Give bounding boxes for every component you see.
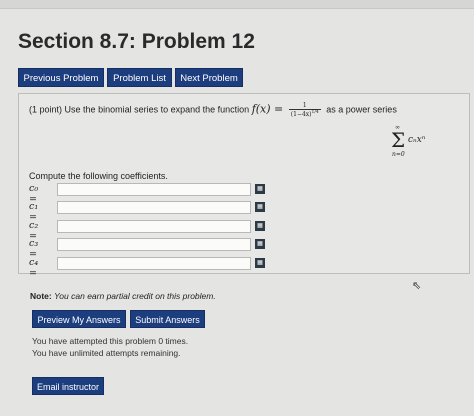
compute-label: Compute the following coefficients. [29, 171, 168, 181]
attempts-count-text: You have attempted this problem 0 times. [32, 336, 189, 346]
denominator-base: (1−4x) [290, 111, 312, 118]
keyboard-icon[interactable]: ▦ [255, 258, 265, 268]
coefficient-input-c4[interactable] [57, 257, 251, 270]
note-text: You can earn partial credit on this prob… [54, 291, 216, 301]
mouse-cursor-icon: ⇖ [412, 280, 422, 292]
preview-answers-button[interactable]: Preview My Answers [32, 310, 126, 328]
note-label: Note: [30, 291, 52, 301]
function-fraction: 1 (1−4x)1/4 [288, 102, 321, 118]
keyboard-icon[interactable]: ▦ [255, 221, 265, 231]
email-instructor-button[interactable]: Email instructor [32, 377, 104, 395]
submit-answers-button[interactable]: Submit Answers [130, 310, 205, 328]
coefficient-label: c₄ = [29, 257, 39, 279]
sigma-symbol: Σ [391, 128, 406, 152]
points-label: (1 point) [29, 104, 63, 115]
keyboard-icon[interactable]: ▦ [255, 202, 265, 212]
coefficient-input-c0[interactable] [57, 183, 251, 196]
previous-problem-button[interactable]: Previous Problem [18, 68, 104, 87]
function-lhs: f(x) = [251, 102, 284, 116]
coefficient-input-c2[interactable] [57, 220, 251, 233]
next-problem-button[interactable]: Next Problem [175, 68, 243, 87]
problem-list-button[interactable]: Problem List [107, 68, 172, 87]
power-series-sum: ∞ Σ n=0 cₙxⁿ [391, 124, 441, 160]
problem-box: (1 point) Use the binomial series to exp… [18, 93, 470, 279]
keyboard-icon[interactable]: ▦ [255, 184, 265, 194]
top-strip [0, 0, 474, 9]
coefficient-input-c1[interactable] [57, 201, 251, 214]
fraction-denominator: (1−4x)1/4 [289, 110, 321, 118]
sum-lower-limit: n=0 [392, 151, 405, 158]
fraction-numerator: 1 [288, 102, 321, 110]
denominator-exponent: 1/4 [311, 110, 319, 115]
attempts-remaining-text: You have unlimited attempts remaining. [32, 348, 181, 358]
statement-suffix: as a power series [326, 104, 397, 115]
sum-term: cₙxⁿ [408, 135, 426, 145]
statement-text: Use the binomial series to expand the fu… [64, 104, 250, 115]
page-title: Section 8.7: Problem 12 [18, 30, 255, 53]
problem-statement: (1 point) Use the binomial series to exp… [29, 102, 397, 118]
coefficient-input-c3[interactable] [57, 238, 251, 251]
keyboard-icon[interactable]: ▦ [255, 239, 265, 249]
partial-credit-note: Note: You can earn partial credit on thi… [30, 291, 216, 301]
